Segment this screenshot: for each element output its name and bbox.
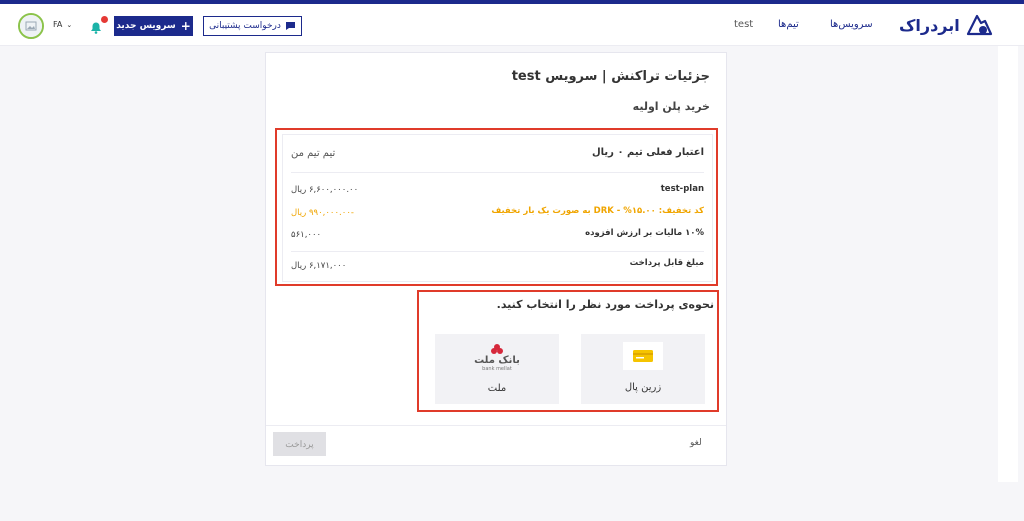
mellat-logo-text: بانک ملت	[474, 354, 520, 366]
support-button-label: درخواست پشتیبانی	[209, 21, 281, 31]
vat-value: ۵۶۱,۰۰۰	[291, 230, 322, 240]
summary-highlight-box: اعتبار فعلی تیم ۰ ریال تیم تیم من test-p…	[275, 128, 718, 286]
plus-icon: +	[180, 19, 191, 33]
mellat-logo-subtext: bank mellat	[482, 365, 512, 372]
discount-value: -۹۹۰,۰۰۰.۰۰ ریال	[291, 208, 354, 218]
new-service-label: سرویس جدید	[116, 21, 176, 31]
side-panel	[998, 46, 1018, 482]
payment-method-box: نحوه‌ی پرداخت مورد نظر را انتخاب کنید. ز…	[417, 290, 719, 412]
footer-divider	[266, 425, 726, 426]
app-header: ابردراک سرویس‌ها تیم‌ها test درخواست پشت…	[0, 4, 1024, 46]
nav-teams[interactable]: تیم‌ها	[778, 19, 799, 30]
support-request-button[interactable]: درخواست پشتیبانی	[203, 16, 302, 36]
page-subtitle: خرید پلن اولیه	[632, 100, 710, 113]
vat-label: ۱۰% مالیات بر ارزش افزوده	[585, 228, 704, 238]
pay-button[interactable]: پرداخت	[273, 432, 326, 456]
payment-method-title: نحوه‌ی پرداخت مورد نظر را انتخاب کنید.	[496, 298, 714, 311]
mellat-emblem-icon	[491, 343, 503, 354]
nav-test[interactable]: test	[734, 19, 753, 30]
mellat-logo: بانک ملت bank mellat	[467, 340, 527, 374]
cancel-button[interactable]: لغو	[690, 438, 702, 448]
chat-icon	[285, 22, 295, 30]
chevron-down-icon: ⌄	[66, 20, 73, 29]
discount-label: کد تخفیف: ۱۵.۰۰% - DRK به صورت یک بار تخ…	[491, 206, 704, 216]
plan-price: ۶,۶۰۰,۰۰۰.۰۰ ریال	[291, 185, 359, 195]
payable-value: ۶,۱۷۱,۰۰۰ ریال	[291, 261, 347, 271]
language-label: FA	[53, 20, 63, 29]
avatar-image-icon	[20, 15, 42, 37]
team-credit-label: اعتبار فعلی تیم ۰ ریال	[592, 147, 704, 158]
zarinpal-logo	[623, 342, 663, 370]
gateway-label: ملت	[487, 383, 507, 394]
nav-services[interactable]: سرویس‌ها	[830, 19, 873, 30]
page-title: جزئیات تراکنش | سرویس test	[511, 69, 710, 84]
avatar[interactable]	[18, 13, 44, 39]
cloud-logo-icon	[966, 14, 992, 36]
divider	[291, 251, 704, 252]
gateway-mellat[interactable]: بانک ملت bank mellat ملت	[435, 334, 559, 404]
notification-dot	[101, 16, 108, 23]
payable-label: مبلغ قابل پرداخت	[629, 258, 704, 268]
team-name: تیم تیم من	[291, 148, 336, 159]
language-selector[interactable]: FA ⌄	[53, 20, 72, 29]
invoice-summary: اعتبار فعلی تیم ۰ ریال تیم تیم من test-p…	[282, 134, 713, 282]
logo-text: ابردراک	[899, 15, 960, 35]
logo[interactable]: ابردراک	[899, 11, 999, 39]
gateway-zarinpal[interactable]: زرین پال	[581, 334, 705, 404]
gateway-label: زرین پال	[624, 382, 662, 393]
plan-label: test-plan	[660, 184, 704, 194]
card-icon	[633, 350, 653, 362]
divider	[291, 172, 704, 173]
new-service-button[interactable]: سرویس جدید +	[114, 16, 193, 36]
